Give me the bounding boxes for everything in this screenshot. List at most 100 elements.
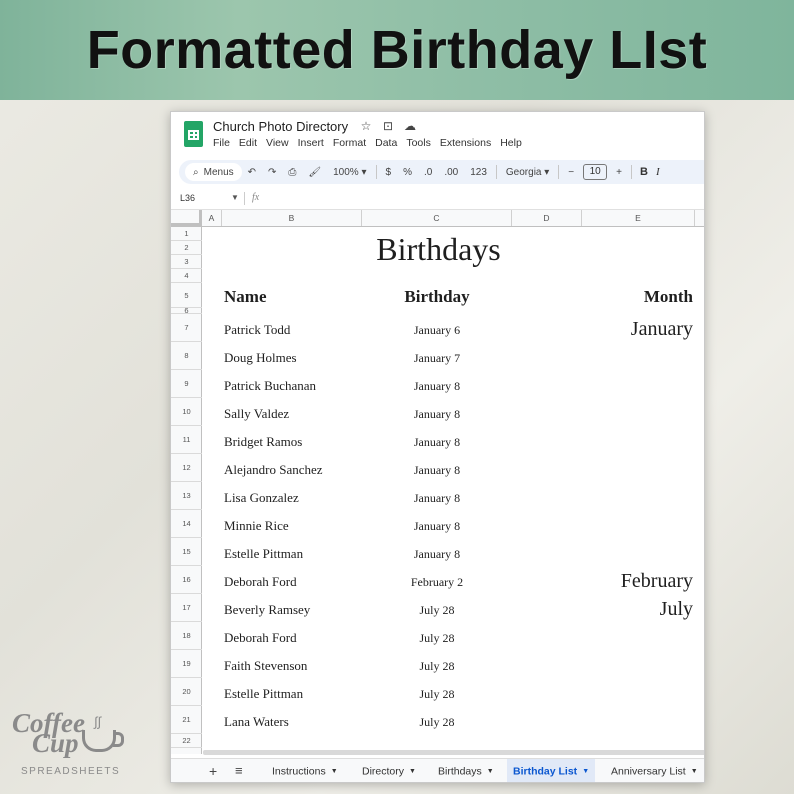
row-header-16[interactable]: 16: [171, 566, 202, 594]
star-icon[interactable]: ☆: [359, 119, 373, 133]
birthday-cell[interactable]: January 8: [382, 463, 492, 478]
currency-format-button[interactable]: $: [380, 167, 398, 178]
increase-font-size-button[interactable]: +: [610, 167, 628, 178]
row-header-10[interactable]: 10: [171, 398, 202, 426]
row-header-15[interactable]: 15: [171, 538, 202, 566]
name-cell[interactable]: Alejandro Sanchez: [224, 462, 323, 478]
row-header-1[interactable]: 1: [171, 227, 202, 241]
bold-button[interactable]: B: [635, 166, 653, 178]
row-header-3[interactable]: 3: [171, 255, 202, 269]
name-box[interactable]: L36: [180, 193, 195, 203]
row-header-8[interactable]: 8: [171, 342, 202, 370]
name-cell[interactable]: Estelle Pittman: [224, 686, 303, 702]
column-header-d[interactable]: D: [512, 210, 582, 226]
decrease-font-size-button[interactable]: −: [562, 167, 580, 178]
percent-format-button[interactable]: %: [397, 167, 418, 178]
month-cell[interactable]: January: [631, 318, 693, 341]
undo-icon[interactable]: ↶: [242, 167, 262, 178]
name-header-cell[interactable]: Name: [224, 287, 266, 307]
menu-help[interactable]: Help: [500, 137, 522, 149]
horizontal-scrollbar[interactable]: [203, 750, 704, 755]
menu-extensions[interactable]: Extensions: [440, 137, 491, 149]
menu-view[interactable]: View: [266, 137, 289, 149]
name-cell[interactable]: Lana Waters: [224, 714, 289, 730]
paint-format-icon[interactable]: 🖌: [302, 167, 327, 178]
sheet-tab-birthday-list[interactable]: Birthday List ▼: [507, 759, 596, 782]
add-sheet-button[interactable]: +: [209, 763, 217, 779]
row-header-19[interactable]: 19: [171, 650, 202, 678]
row-header-20[interactable]: 20: [171, 678, 202, 706]
birthday-cell[interactable]: January 7: [382, 351, 492, 366]
italic-button[interactable]: I: [653, 166, 663, 178]
birthday-cell[interactable]: July 28: [382, 715, 492, 730]
row-header-12[interactable]: 12: [171, 454, 202, 482]
zoom-select[interactable]: 100% ▾: [327, 167, 372, 178]
row-header-14[interactable]: 14: [171, 510, 202, 538]
cell-grid[interactable]: Birthdays Name Birthday Month Patrick To…: [203, 227, 704, 754]
sheet-tab-instructions[interactable]: Instructions ▼: [266, 759, 344, 782]
row-header-2[interactable]: 2: [171, 241, 202, 255]
birthday-cell[interactable]: July 28: [382, 659, 492, 674]
name-cell[interactable]: Minnie Rice: [224, 518, 289, 534]
font-size-input[interactable]: 10: [583, 164, 608, 180]
birthday-cell[interactable]: January 8: [382, 519, 492, 534]
row-header-7[interactable]: 7: [171, 314, 202, 342]
all-sheets-button[interactable]: ≡: [235, 763, 243, 778]
chevron-down-icon[interactable]: ▼: [331, 768, 338, 775]
row-header-18[interactable]: 18: [171, 622, 202, 650]
cloud-saved-icon[interactable]: ☁: [403, 119, 417, 133]
menu-insert[interactable]: Insert: [298, 137, 324, 149]
name-cell[interactable]: Doug Holmes: [224, 350, 297, 366]
name-cell[interactable]: Faith Stevenson: [224, 658, 307, 674]
name-cell[interactable]: Beverly Ramsey: [224, 602, 310, 618]
chevron-down-icon[interactable]: ▼: [487, 768, 494, 775]
increase-decimal-button[interactable]: .00: [438, 167, 464, 178]
month-cell[interactable]: July: [660, 598, 693, 621]
birthday-cell[interactable]: January 8: [382, 435, 492, 450]
birthday-cell[interactable]: January 6: [382, 323, 492, 338]
chevron-down-icon[interactable]: ▼: [231, 193, 239, 202]
birthday-cell[interactable]: July 28: [382, 631, 492, 646]
column-header-e[interactable]: E: [582, 210, 695, 226]
document-title[interactable]: Church Photo Directory: [213, 119, 348, 134]
decrease-decimal-button[interactable]: .0: [418, 167, 438, 178]
sheets-logo-icon[interactable]: [184, 121, 203, 147]
chevron-down-icon[interactable]: ▼: [409, 768, 416, 775]
row-header-11[interactable]: 11: [171, 426, 202, 454]
birthday-cell[interactable]: February 2: [382, 575, 492, 590]
print-icon[interactable]: ⎙: [282, 167, 302, 178]
row-header-13[interactable]: 13: [171, 482, 202, 510]
chevron-down-icon[interactable]: ▼: [582, 768, 589, 775]
name-cell[interactable]: Deborah Ford: [224, 574, 297, 590]
menu-tools[interactable]: Tools: [406, 137, 431, 149]
row-header-4[interactable]: 4: [171, 269, 202, 283]
name-cell[interactable]: Sally Valdez: [224, 406, 289, 422]
name-cell[interactable]: Patrick Todd: [224, 322, 290, 338]
name-cell[interactable]: Estelle Pittman: [224, 546, 303, 562]
menu-file[interactable]: File: [213, 137, 230, 149]
chevron-down-icon[interactable]: ▼: [691, 768, 698, 775]
row-header-21[interactable]: 21: [171, 706, 202, 734]
row-header-22[interactable]: 22: [171, 734, 202, 748]
birthday-header-cell[interactable]: Birthday: [382, 287, 492, 307]
month-header-cell[interactable]: Month: [644, 287, 693, 307]
row-header-9[interactable]: 9: [171, 370, 202, 398]
menus-search[interactable]: ⌕ Menus: [185, 163, 242, 181]
birthday-cell[interactable]: July 28: [382, 687, 492, 702]
birthday-cell[interactable]: January 8: [382, 407, 492, 422]
menu-edit[interactable]: Edit: [239, 137, 257, 149]
column-header-a[interactable]: A: [202, 210, 222, 226]
sheet-title-cell[interactable]: Birthdays: [203, 231, 674, 268]
row-header-5[interactable]: 5: [171, 283, 202, 308]
move-to-folder-icon[interactable]: ⊡: [381, 119, 395, 133]
birthday-cell[interactable]: January 8: [382, 547, 492, 562]
select-all-corner[interactable]: [171, 210, 202, 226]
sheet-tab-anniversary-list[interactable]: Anniversary List ▼: [605, 759, 704, 782]
sheet-tab-birthdays[interactable]: Birthdays ▼: [432, 759, 500, 782]
column-header-b[interactable]: B: [222, 210, 362, 226]
month-cell[interactable]: February: [621, 570, 693, 593]
more-formats-button[interactable]: 123: [464, 167, 493, 178]
birthday-cell[interactable]: January 8: [382, 491, 492, 506]
menu-format[interactable]: Format: [333, 137, 366, 149]
menu-data[interactable]: Data: [375, 137, 397, 149]
